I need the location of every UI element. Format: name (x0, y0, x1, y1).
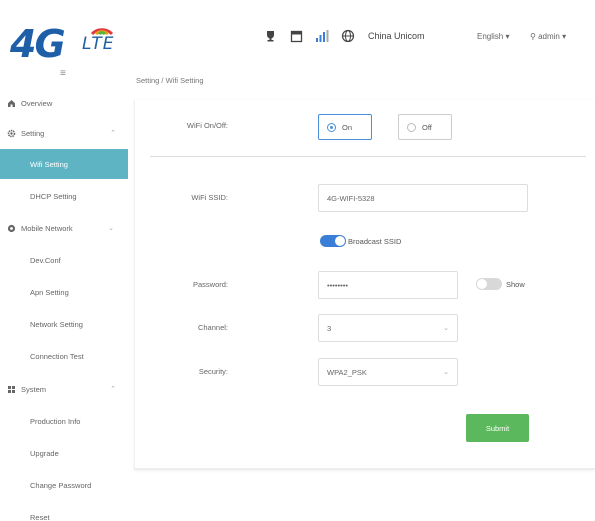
chevron-down-icon: ⌄ (443, 369, 449, 376)
sidebar-item-label: Setting (21, 128, 45, 138)
sidebar-item-label: Dev.Conf (30, 255, 61, 265)
ssid-input[interactable]: 4G-WIFI-5328 (318, 184, 528, 212)
sidebar-item-label: Upgrade (30, 448, 59, 458)
wifi-onoff-label: WiFi On/Off: (186, 121, 228, 130)
sidebar-item-overview[interactable]: Overview (0, 88, 128, 118)
network-icon (6, 223, 16, 233)
section-divider (150, 156, 586, 157)
sidebar-item-label: Apn Setting (30, 287, 69, 297)
radio-unchecked-icon (407, 122, 416, 132)
sidebar-item-label: Connection Test (30, 351, 84, 361)
sidebar-item-system[interactable]: System ⌃ (0, 374, 128, 404)
sidebar-item-dev-conf[interactable]: Dev.Conf (0, 245, 128, 275)
toggle-knob (477, 279, 487, 289)
wifi-on-radio[interactable]: On (318, 114, 372, 140)
sidebar-item-change-password[interactable]: Change Password (0, 470, 128, 500)
carrier-name: China Unicom (368, 31, 425, 41)
logo-lte-text: LTE (82, 34, 115, 54)
brand-logo: 4G LTE (10, 12, 160, 70)
signal-icon (314, 28, 330, 44)
channel-select[interactable]: 3 ⌄ (318, 314, 458, 342)
sidebar-item-label: Production Info (30, 416, 81, 426)
sidebar-item-label: Reset (30, 512, 50, 521)
chevron-up-icon: ⌃ (110, 130, 116, 137)
broadcast-ssid-toggle[interactable] (320, 235, 346, 247)
ssid-value: 4G-WIFI-5328 (327, 193, 375, 203)
sidebar-item-network-setting[interactable]: Network Setting (0, 309, 128, 339)
ssid-label: WiFi SSID: (191, 193, 228, 202)
security-select[interactable]: WPA2_PSK ⌄ (318, 358, 458, 386)
submit-button[interactable]: Submit (466, 414, 529, 442)
sidebar-item-label: Overview (21, 98, 53, 108)
sidebar-item-label: System (21, 384, 47, 394)
channel-value: 3 (327, 323, 332, 333)
show-password-toggle[interactable] (476, 278, 502, 290)
broadcast-ssid-label: Broadcast SSID (348, 237, 402, 246)
sidebar-item-label: DHCP Setting (30, 191, 77, 201)
sidebar-item-connection-test[interactable]: Connection Test (0, 341, 128, 371)
show-password-label: Show (506, 280, 525, 289)
chevron-up-icon: ⌃ (110, 386, 116, 393)
chevron-down-icon: ⌄ (443, 325, 449, 332)
top-status-bar: China Unicom English ▾ ⚲ admin ▾ (262, 26, 566, 46)
password-value: •••••••• (327, 280, 349, 290)
wifi-on-label: On (342, 122, 353, 132)
menu-toggle-icon[interactable]: ≡ (60, 68, 66, 79)
trophy-icon (262, 28, 278, 44)
globe-icon (340, 28, 356, 44)
wifi-off-label: Off (422, 122, 432, 132)
sidebar-item-setting[interactable]: Setting ⌃ (0, 118, 128, 148)
channel-label: Channel: (197, 323, 228, 332)
chevron-down-icon: ⌄ (108, 225, 114, 232)
sidebar: Overview Setting ⌃ Wifi Setting DHCP Set… (0, 88, 128, 521)
wifi-off-radio[interactable]: Off (398, 114, 452, 140)
radio-checked-icon (327, 122, 336, 132)
sidebar-item-mobile-network[interactable]: Mobile Network ⌄ (0, 213, 128, 243)
sidebar-item-upgrade[interactable]: Upgrade (0, 438, 128, 468)
sidebar-item-reset[interactable]: Reset (0, 502, 128, 521)
gear-icon (6, 128, 16, 138)
sidebar-item-dhcp-setting[interactable]: DHCP Setting (0, 181, 128, 211)
system-icon (6, 384, 16, 394)
sidebar-item-label: Mobile Network (21, 223, 73, 233)
password-label: Password: (192, 280, 228, 289)
sidebar-item-wifi-setting[interactable]: Wifi Setting (0, 149, 128, 179)
password-input[interactable]: •••••••• (318, 271, 458, 299)
security-value: WPA2_PSK (327, 367, 367, 377)
breadcrumb: Setting / Wifi Setting (136, 76, 204, 85)
sidebar-item-label: Network Setting (30, 319, 83, 329)
security-label: Security: (198, 367, 228, 376)
user-menu[interactable]: ⚲ admin ▾ (530, 32, 566, 41)
sidebar-item-production-info[interactable]: Production Info (0, 406, 128, 436)
home-icon (6, 98, 16, 108)
sidebar-item-label: Wifi Setting (30, 159, 68, 169)
sidebar-item-apn-setting[interactable]: Apn Setting (0, 277, 128, 307)
sidebar-item-label: Change Password (30, 480, 92, 490)
sim-card-icon (288, 28, 304, 44)
language-dropdown[interactable]: English ▾ (477, 32, 509, 41)
logo-4g-text: 4G (10, 22, 66, 66)
toggle-knob (335, 236, 345, 246)
